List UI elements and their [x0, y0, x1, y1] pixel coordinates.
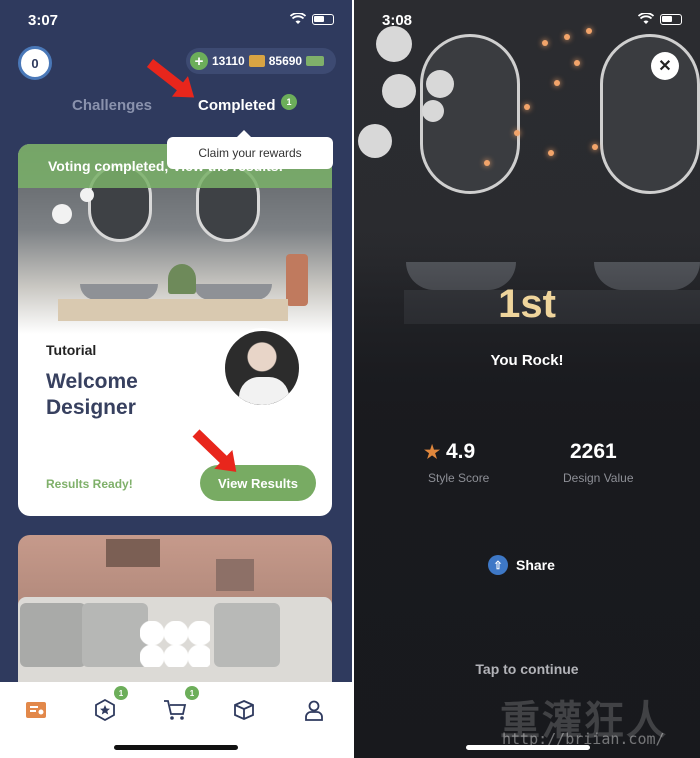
level-indicator[interactable]: 0 [18, 46, 52, 80]
challenge-card[interactable]: Voting completed, View the results! Tuto… [18, 144, 332, 516]
pendant-lamp [52, 204, 72, 224]
nav-badge: 1 [185, 686, 199, 700]
string-light [524, 104, 530, 110]
home-indicator [114, 745, 238, 750]
string-light [592, 144, 598, 150]
sink-left [80, 284, 158, 300]
pillow [82, 603, 148, 667]
mirror-right [600, 34, 700, 194]
cart-icon[interactable] [163, 698, 187, 722]
star-icon: ★ [424, 442, 441, 462]
style-score-label: Style Score [428, 471, 490, 485]
status-time: 3:08 [382, 12, 413, 29]
bottom-nav: 1 1 [0, 682, 352, 758]
designer-avatar [222, 328, 302, 408]
card-title: Welcome Designer [46, 370, 138, 419]
share-icon: ⇧ [488, 555, 508, 575]
pendant-lamp [376, 26, 412, 62]
pendant-lamp [422, 100, 444, 122]
style-score-value: 4.9 [445, 440, 476, 463]
living-room-card[interactable] [18, 535, 332, 695]
share-label: Share [516, 557, 555, 573]
pendant-lamp [426, 70, 454, 98]
cash-icon [306, 56, 325, 66]
string-light [548, 150, 554, 156]
string-light [574, 60, 580, 66]
status-time: 3:07 [28, 12, 59, 29]
string-light [514, 130, 520, 136]
string-light [484, 160, 490, 166]
pillow [20, 603, 86, 667]
challenges-icon[interactable] [24, 698, 48, 722]
towel [286, 254, 308, 306]
string-light [554, 80, 560, 86]
plant [168, 264, 196, 294]
window [106, 539, 160, 567]
box-icon[interactable] [232, 698, 256, 722]
pendant-lamp [358, 124, 392, 158]
string-light [586, 28, 592, 34]
tab-completed[interactable]: Completed [198, 97, 276, 114]
close-button[interactable]: ✕ [651, 52, 679, 80]
star-badge-icon[interactable] [93, 698, 117, 722]
share-button[interactable]: ⇧ Share [488, 555, 555, 575]
pillow [214, 603, 280, 667]
string-light [542, 40, 548, 46]
completed-challenges-screen: 3:07 0 + 13110 85690 Challenges Complete… [0, 0, 352, 758]
close-icon: ✕ [658, 58, 672, 75]
status-icons [290, 13, 334, 25]
sink-right [194, 284, 272, 300]
pendant-lamp [382, 74, 416, 108]
string-light [564, 34, 570, 40]
style-score: ★ 4.9 [424, 440, 475, 464]
vanity [58, 299, 288, 321]
design-value-value: 2261 [570, 440, 617, 463]
profile-icon[interactable] [302, 698, 326, 722]
status-icons [638, 13, 682, 25]
wifi-icon [638, 13, 654, 24]
currency-bar: + 13110 85690 [186, 48, 336, 74]
tap-to-continue[interactable]: Tap to continue [354, 661, 700, 677]
result-screen[interactable]: 3:08 ✕ 1st You Rock! ★ 4.9 Style Score 2… [354, 0, 700, 758]
rank-display: 1st [498, 282, 556, 326]
claim-rewards-tooltip[interactable]: Claim your rewards [167, 130, 333, 169]
add-currency-button[interactable]: + [190, 52, 208, 70]
nav-badge: 1 [114, 686, 128, 700]
coins-value: 13110 [212, 54, 245, 68]
pendant-lamp [80, 188, 94, 202]
annotation-arrow [146, 59, 188, 95]
battery-icon [312, 13, 334, 25]
coins-icon [248, 55, 265, 67]
window [216, 559, 254, 591]
cash-value: 85690 [268, 54, 303, 68]
result-message: You Rock! [490, 352, 564, 369]
wifi-icon [290, 13, 306, 24]
flowers [140, 621, 210, 667]
battery-icon [660, 13, 682, 25]
tab-challenges[interactable]: Challenges [72, 97, 152, 114]
design-value-label: Design Value [563, 471, 634, 485]
card-tag: Tutorial [46, 342, 97, 358]
completed-badge: 1 [281, 94, 297, 110]
home-indicator [466, 745, 590, 750]
results-status: Results Ready! [46, 477, 133, 491]
